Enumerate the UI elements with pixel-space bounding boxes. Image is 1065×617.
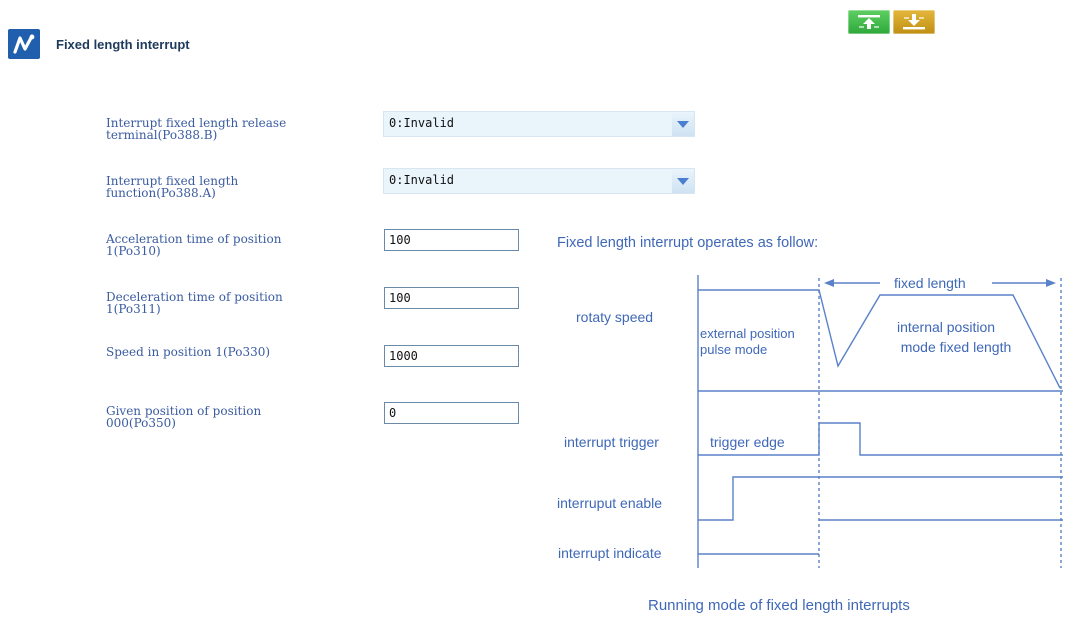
arrow-left-icon — [824, 279, 834, 287]
timing-diagram: Fixed length interrupt operates as follo… — [557, 235, 1063, 614]
external-mode-label-line2: pulse mode — [700, 342, 767, 357]
fixed-length-label: fixed length — [894, 275, 966, 291]
diagram-caption: Running mode of fixed length interrupts — [648, 597, 910, 614]
interrupt-indicate-label: interrupt indicate — [558, 545, 662, 561]
internal-mode-label-line1: internal position — [897, 319, 995, 335]
trigger-edge-label: trigger edge — [710, 434, 785, 450]
enable-signal-line — [698, 476, 1063, 521]
rotaty-speed-label: rotaty speed — [576, 309, 653, 325]
interrupt-enable-label: interruput enable — [557, 495, 662, 511]
internal-mode-label-line2: mode fixed length — [901, 339, 1012, 355]
interrupt-trigger-label: interrupt trigger — [564, 434, 659, 450]
external-mode-label-line1: external position — [700, 326, 795, 341]
diagram-heading: Fixed length interrupt operates as follo… — [557, 235, 818, 251]
arrow-right-icon — [1046, 279, 1056, 287]
